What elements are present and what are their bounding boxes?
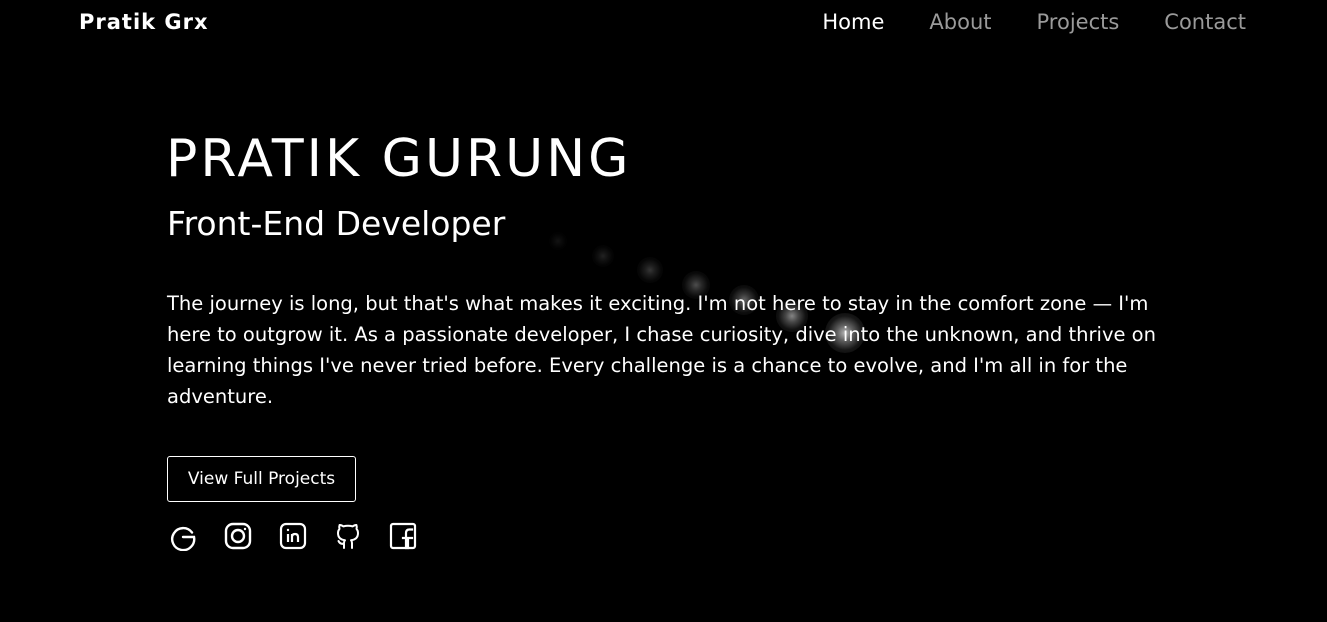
nav-link-home[interactable]: Home — [822, 10, 884, 34]
social-links — [168, 520, 418, 552]
instagram-icon — [224, 522, 252, 550]
cursor-trail-dot — [592, 245, 614, 267]
google-icon — [171, 526, 196, 551]
view-projects-button[interactable]: View Full Projects — [167, 456, 356, 502]
main-nav: Home About Projects Contact — [822, 10, 1246, 34]
github-icon — [337, 523, 359, 549]
facebook-icon — [389, 522, 417, 550]
cursor-trail-dot — [549, 232, 567, 250]
brand-logo[interactable]: Pratik Grx — [79, 10, 209, 34]
nav-link-projects[interactable]: Projects — [1037, 10, 1120, 34]
linkedin-icon — [279, 522, 307, 550]
linkedin-link[interactable] — [278, 520, 308, 552]
hero-name: PRATIK GURUNG — [166, 129, 632, 189]
nav-link-contact[interactable]: Contact — [1164, 10, 1246, 34]
google-link[interactable] — [168, 520, 198, 552]
instagram-link[interactable] — [223, 520, 253, 552]
cursor-trail-dot — [637, 257, 663, 283]
nav-link-about[interactable]: About — [929, 10, 991, 34]
hero-bio: The journey is long, but that's what mak… — [167, 292, 1156, 408]
facebook-link[interactable] — [388, 520, 418, 552]
page: Pratik Grx Home About Projects Contact P… — [0, 0, 1327, 622]
hero-role: Front-End Developer — [167, 204, 506, 243]
github-link[interactable] — [333, 520, 363, 552]
